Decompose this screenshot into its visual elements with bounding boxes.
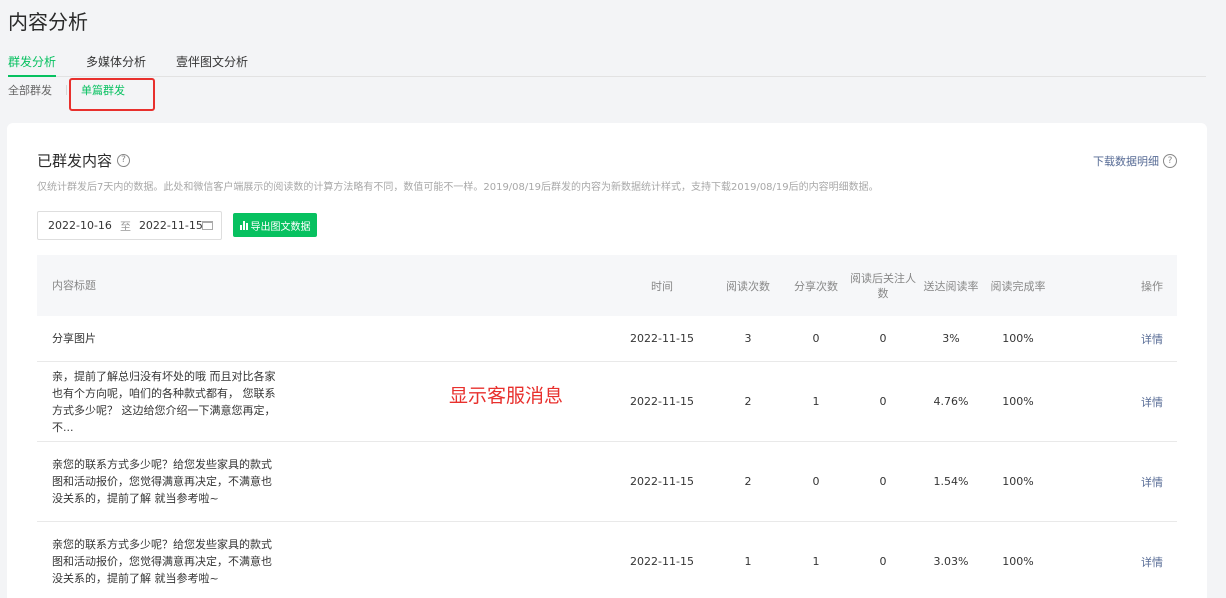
red-highlight-box [69,78,155,111]
row-read-rate: 4.76% [933,395,969,408]
date-start: 2022-10-16 [48,219,112,232]
row-detail-link[interactable]: 详情 [1141,396,1163,409]
bar-chart-icon [239,220,248,230]
header-follow-after-read: 阅读后关注人数 [850,271,916,300]
subtab-all-mass-send[interactable]: 全部群发 [8,82,52,98]
row-share-count: 1 [812,395,820,408]
row-title: 亲，提前了解总归没有坏处的哦 而且对比各家也有个方向呢，咱们的各种款式都有， 您… [52,369,276,434]
header-time: 时间 [651,279,673,293]
row-share-count: 0 [812,332,820,345]
table-row: 亲您的联系方式多少呢？给您发些家具的款式图和活动报价，您觉得满意再决定，不满意也… [37,522,1177,598]
row-time: 2022-11-15 [630,395,694,408]
page-title: 内容分析 [8,10,88,34]
header-read-count: 阅读次数 [726,279,770,293]
export-button-label: 导出图文数据 [250,221,311,233]
card-title-text: 已群发内容 [37,152,113,170]
row-time: 2022-11-15 [630,475,694,488]
header-delivery-read-rate: 送达阅读率 [923,279,979,293]
row-completion-rate: 100% [1002,475,1034,488]
annotation-show-customer-service-message: 显示客服消息 [449,385,564,407]
date-end: 2022-11-15 [138,219,203,232]
row-read-count: 2 [744,395,752,408]
row-share-count: 0 [812,475,820,488]
download-help-icon[interactable]: ? [1163,154,1177,168]
row-follow-count: 0 [879,395,887,408]
row-completion-rate: 100% [1002,395,1034,408]
download-details-link[interactable]: 下载数据明细 ? [1093,153,1177,169]
row-read-rate: 1.54% [933,475,969,488]
date-separator: 至 [119,219,131,233]
tab-multimedia-analysis[interactable]: 多媒体分析 [86,54,146,77]
row-share-count: 1 [812,555,820,568]
table-row: 亲您的联系方式多少呢？给您发些家具的款式图和活动报价，您觉得满意再决定，不满意也… [37,442,1177,522]
card-description: 仅统计群发后7天内的数据。此处和微信客户端展示的阅读数的计算方法略有不同，数值可… [37,182,879,193]
row-time: 2022-11-15 [630,555,694,568]
table-row: 分享图片 2022-11-15 3 0 0 3% 100% 详情 [37,316,1177,362]
download-details-label: 下载数据明细 [1093,155,1159,168]
row-follow-count: 0 [879,555,887,568]
row-title: 亲您的联系方式多少呢？给您发些家具的款式图和活动报价，您觉得满意再决定，不满意也… [52,538,272,585]
analysis-tabs: 群发分析 多媒体分析 壹伴图文分析 [8,54,1206,77]
row-time: 2022-11-15 [630,332,694,345]
row-read-count: 2 [744,475,752,488]
tab-yiban-article-analysis[interactable]: 壹伴图文分析 [176,54,248,77]
export-article-data-button[interactable]: 导出图文数据 [233,213,317,237]
row-read-rate: 3% [942,332,960,345]
sent-content-card: 已群发内容 ? 下载数据明细 ? 仅统计群发后7天内的数据。此处和微信客户端展示… [7,123,1207,598]
row-read-count: 1 [744,555,752,568]
content-table: 内容标题 时间 阅读次数 分享次数 阅读后关注人数 送达阅读率 阅读完成率 操作… [37,255,1177,598]
row-completion-rate: 100% [1002,332,1034,345]
table-row: 亲，提前了解总归没有坏处的哦 而且对比各家也有个方向呢，咱们的各种款式都有， 您… [37,362,1177,442]
table-header: 内容标题 时间 阅读次数 分享次数 阅读后关注人数 送达阅读率 阅读完成率 操作 [37,255,1177,316]
row-detail-link[interactable]: 详情 [1141,556,1163,569]
header-actions: 操作 [1141,279,1163,293]
header-read-completion-rate: 阅读完成率 [990,279,1046,293]
help-icon[interactable]: ? [117,154,131,167]
card-title: 已群发内容 ? [37,150,131,171]
row-detail-link[interactable]: 详情 [1141,333,1163,346]
header-share-count: 分享次数 [794,279,838,293]
date-range-picker[interactable]: 2022-10-16 至 2022-11-15 [37,211,222,240]
row-follow-count: 0 [879,332,887,345]
tab-mass-send-analysis[interactable]: 群发分析 [8,54,57,77]
row-read-count: 3 [744,332,752,345]
row-completion-rate: 100% [1002,555,1034,568]
row-title: 亲您的联系方式多少呢？给您发些家具的款式图和活动报价，您觉得满意再决定，不满意也… [52,458,272,505]
row-detail-link[interactable]: 详情 [1141,476,1163,489]
header-title: 内容标题 [52,279,96,292]
calendar-icon [202,221,213,230]
row-follow-count: 0 [879,475,887,488]
row-read-rate: 3.03% [933,555,969,568]
subtab-divider [66,85,67,95]
row-title: 分享图片 [52,332,96,345]
